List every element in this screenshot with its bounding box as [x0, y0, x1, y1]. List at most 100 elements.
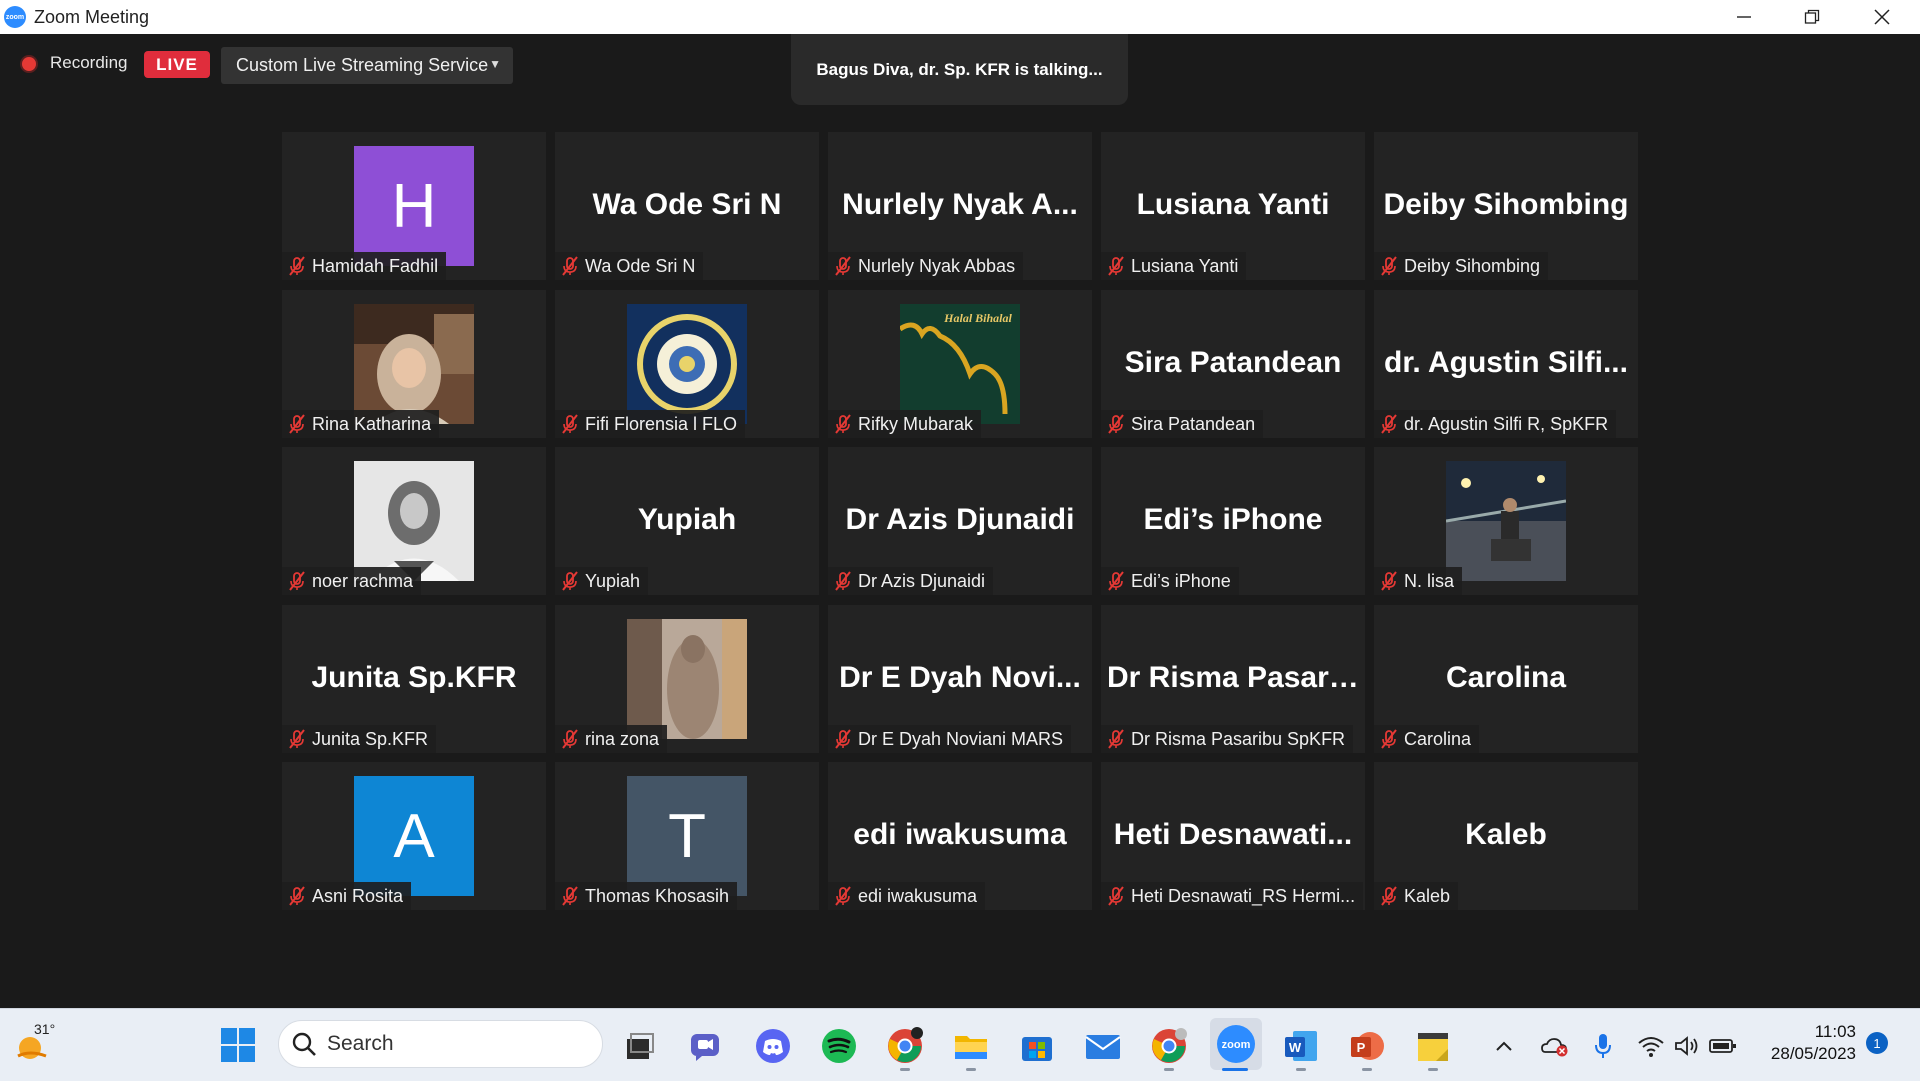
participant-name-label: Heti Desnawati_RS Hermi... [1131, 885, 1356, 906]
participant-tile[interactable]: Junita Sp.KFR Junita Sp.KFR [282, 605, 546, 753]
participant-tile[interactable]: Sira Patandean Sira Patandean [1101, 290, 1365, 438]
participant-name-label: Rifky Mubarak [858, 413, 974, 434]
teams-chat-button[interactable] [686, 1028, 724, 1064]
notification-badge[interactable]: 1 [1866, 1032, 1888, 1054]
microphone-icon [1595, 1034, 1611, 1058]
participant-tile[interactable]: Edi’s iPhone Edi’s iPhone [1101, 447, 1365, 595]
muted-mic-icon [562, 571, 578, 591]
participant-name-label: Wa Ode Sri N [585, 255, 696, 276]
sticky-notes-button[interactable] [1414, 1028, 1452, 1064]
participant-tile[interactable]: Heti Desnawati... Heti Desnawati_RS Hermi… [1101, 762, 1365, 910]
chrome-profile-icon [1152, 1028, 1187, 1063]
chevron-up-icon [1496, 1041, 1512, 1051]
svg-text:W: W [1289, 1040, 1302, 1055]
participant-tile[interactable]: A Asni Rosita [282, 762, 546, 910]
participant-tile[interactable]: dr. Agustin Silfi... dr. Agustin Silfi R,… [1374, 290, 1638, 438]
muted-mic-icon [562, 729, 578, 749]
chrome-profile-button[interactable] [1150, 1028, 1188, 1064]
participant-tile[interactable]: Dr E Dyah Novi... Dr E Dyah Noviani MARS [828, 605, 1092, 753]
zoom-logo-icon: zoom [4, 6, 26, 28]
participant-tile[interactable]: rina zona [555, 605, 819, 753]
participant-tile[interactable]: Deiby Sihombing Deiby Sihombing [1374, 132, 1638, 280]
participant-tile[interactable]: Wa Ode Sri N Wa Ode Sri N [555, 132, 819, 280]
word-icon: W [1285, 1031, 1317, 1061]
muted-mic-indicator [1101, 725, 1131, 753]
powerpoint-button[interactable]: P [1348, 1028, 1386, 1064]
task-view-icon [627, 1033, 654, 1059]
sticky-notes-icon [1418, 1033, 1448, 1061]
onedrive-button[interactable] [1538, 1028, 1572, 1064]
participant-tile[interactable]: Lusiana Yanti Lusiana Yanti [1101, 132, 1365, 280]
discord-button[interactable] [754, 1028, 792, 1064]
mail-button[interactable] [1084, 1028, 1122, 1064]
spotify-button[interactable] [820, 1028, 858, 1064]
taskbar-search-box[interactable]: Search [278, 1020, 603, 1068]
muted-mic-icon [1381, 729, 1397, 749]
participant-tile[interactable]: Rina Katharina [282, 290, 546, 438]
participant-name-tag: Nurlely Nyak Abbas [828, 252, 1024, 280]
live-stream-service-dropdown[interactable]: Custom Live Streaming Service ▼ [221, 47, 513, 84]
participant-tile[interactable]: H Hamidah Fadhil [282, 132, 546, 280]
participant-tile[interactable]: Halal Bihalal Rifky Mubarak [828, 290, 1092, 438]
restore-icon [1804, 9, 1820, 24]
show-hidden-icons-button[interactable] [1490, 1028, 1518, 1064]
close-button[interactable] [1848, 0, 1916, 34]
muted-mic-icon [1108, 256, 1124, 276]
participant-tile[interactable]: Dr Azis Djunaidi Dr Azis Djunaidi [828, 447, 1092, 595]
muted-mic-icon [1381, 414, 1397, 434]
participant-name-tag: Kaleb [1374, 882, 1459, 910]
participant-name-label: N. lisa [1404, 570, 1455, 591]
restore-button[interactable] [1778, 0, 1846, 34]
participant-picture [354, 304, 474, 424]
start-button[interactable] [219, 1026, 257, 1064]
participant-display-name: Heti Desnawati... [1113, 818, 1353, 851]
participant-name-tag: noer rachma [282, 567, 422, 595]
participant-tile[interactable]: Dr Risma Pasari... Dr Risma Pasaribu SpKF… [1101, 605, 1365, 753]
participant-tile[interactable]: Kaleb Kaleb [1374, 762, 1638, 910]
participant-tile[interactable]: Nurlely Nyak A... Nurlely Nyak Abbas [828, 132, 1092, 280]
stream-service-label: Custom Live Streaming Service [236, 55, 489, 75]
participant-display-name: Sira Patandean [1124, 346, 1342, 379]
task-view-button[interactable] [620, 1028, 658, 1064]
network-button[interactable] [1634, 1028, 1668, 1064]
file-explorer-button[interactable] [952, 1028, 990, 1064]
muted-mic-icon [1381, 571, 1397, 591]
live-badge[interactable]: LIVE [144, 51, 210, 78]
microphone-tray-button[interactable] [1588, 1028, 1618, 1064]
weather-widget[interactable]: 31° [12, 1018, 68, 1068]
minimize-button[interactable] [1710, 0, 1778, 34]
participant-tile[interactable]: edi iwakusuma edi iwakusuma [828, 762, 1092, 910]
muted-mic-icon [289, 256, 305, 276]
zoom-taskbar-button[interactable]: zoom [1210, 1018, 1262, 1070]
participant-tile[interactable]: noer rachma [282, 447, 546, 595]
word-button[interactable]: W [1282, 1028, 1320, 1064]
muted-mic-indicator [282, 567, 312, 595]
participant-tile[interactable]: Yupiah Yupiah [555, 447, 819, 595]
participant-display-name: Edi’s iPhone [1143, 503, 1323, 536]
taskbar-clock[interactable]: 11:03 28/05/2023 [1752, 1021, 1856, 1065]
participant-tile[interactable]: N. lisa [1374, 447, 1638, 595]
participant-tile[interactable]: Fifi Florensia l FLO [555, 290, 819, 438]
participant-tile[interactable]: T Thomas Khosasih [555, 762, 819, 910]
participant-tile[interactable]: Carolina Carolina [1374, 605, 1638, 753]
muted-mic-indicator [828, 725, 858, 753]
participant-avatar: T [627, 776, 747, 896]
volume-button[interactable] [1670, 1028, 1704, 1064]
muted-mic-icon [835, 729, 851, 749]
chrome-button[interactable] [886, 1027, 924, 1064]
powerpoint-icon: P [1351, 1032, 1384, 1060]
participant-name-label: Dr E Dyah Noviani MARS [858, 728, 1064, 749]
battery-button[interactable] [1706, 1028, 1740, 1064]
participant-display-name: Carolina [1445, 661, 1567, 694]
muted-mic-indicator [555, 252, 585, 280]
participant-name-label: Yupiah [585, 570, 641, 591]
participant-display-name: Kaleb [1465, 818, 1547, 851]
participant-photo [354, 304, 474, 424]
halal-bihalal-picture: Halal Bihalal [900, 304, 1020, 424]
participant-display-name: edi iwakusuma [853, 818, 1067, 851]
recording-label[interactable]: Recording [50, 53, 128, 73]
muted-mic-icon [1108, 729, 1124, 749]
microsoft-store-button[interactable] [1018, 1028, 1056, 1064]
participant-display-name: Dr E Dyah Novi... [839, 661, 1081, 694]
participant-name-tag: Rifky Mubarak [828, 410, 982, 438]
